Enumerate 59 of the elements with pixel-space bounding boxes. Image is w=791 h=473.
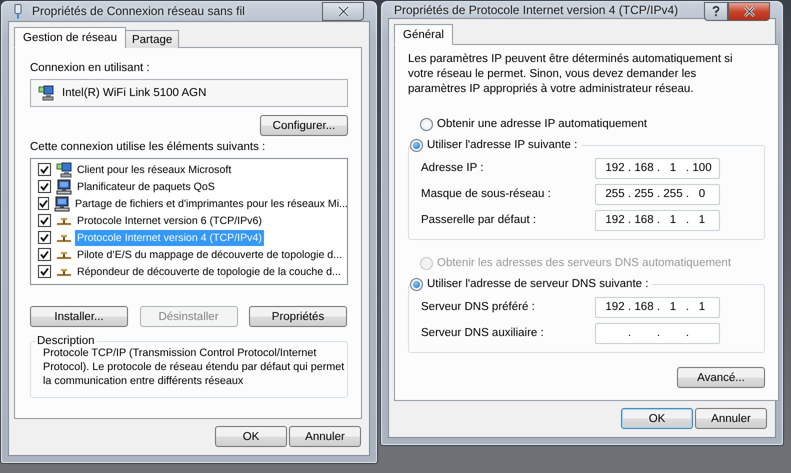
list-item[interactable]: Pilote d’E/S du mappage de découverte de topologie d... xyxy=(75,246,344,262)
close-icon xyxy=(336,6,350,17)
install-button[interactable]: Installer... xyxy=(30,306,128,327)
computer-icon xyxy=(54,196,70,212)
list-item[interactable]: Répondeur de découverte de topologie de la couche d... xyxy=(75,264,343,280)
list-item[interactable]: Planificateur de paquets QoS xyxy=(75,178,217,194)
field-label: Passerelle par défaut : xyxy=(421,214,536,226)
radio-button[interactable] xyxy=(420,118,433,130)
radio-button[interactable] xyxy=(410,278,423,290)
tab[interactable]: Gestion de réseau xyxy=(14,27,126,48)
radio-label[interactable]: Utiliser l'adresse de serveur DNS suivante : xyxy=(427,278,648,290)
radio-button[interactable] xyxy=(410,138,423,152)
cancel-button[interactable]: Annuler xyxy=(289,426,361,447)
checkbox[interactable] xyxy=(38,197,49,210)
close-icon xyxy=(742,6,756,17)
radio-label[interactable]: Utiliser l'adresse IP suivante : xyxy=(427,139,578,151)
tab[interactable]: Partage xyxy=(124,30,180,48)
field-label: Masque de sous-réseau : xyxy=(421,188,551,200)
window-title: Propriétés de Protocole Internet version 4 (TCP/IPv4) xyxy=(394,2,678,16)
ok-button[interactable]: OK xyxy=(621,408,693,429)
field-label: Serveur DNS auxiliaire : xyxy=(421,327,544,339)
network-adapter-icon xyxy=(38,85,54,101)
list-item[interactable]: Partage de fichiers et d'imprimantes pour les réseaux Mi... xyxy=(73,196,347,212)
field-label: Connexion en utilisant : xyxy=(30,61,151,76)
checkbox[interactable] xyxy=(38,231,51,244)
close-button[interactable] xyxy=(728,2,770,21)
ip-address-field[interactable]: 192 . 168 . 1 . 1 xyxy=(595,210,720,230)
configure-button[interactable]: Configurer... xyxy=(260,115,348,136)
ip-address-field[interactable]: 255 . 255 . 255 . 0 xyxy=(595,184,720,204)
checkbox[interactable] xyxy=(38,248,51,261)
list-label: Cette connexion utilise les éléments suivants : xyxy=(30,140,266,155)
wireless-adapter-icon xyxy=(14,4,22,18)
close-button[interactable] xyxy=(322,2,364,21)
group-legend: Description xyxy=(35,336,97,347)
list-item[interactable]: Protocole Internet version 6 (TCP/IPv6) xyxy=(75,212,264,228)
description-text: Protocole TCP/IP (Transmission Control Protocol/Internet Protocol). Le protocole de réseau étendu par défaut qui permet la communication entre différents réseaux xyxy=(43,346,345,388)
checkbox[interactable] xyxy=(38,180,51,193)
intro-text: Les paramètres IP peuvent être déterminés automatiquement si votre réseau le permet. Sinon, vous devez demander les paramètres IP appropriés à votre administrateur réseau. xyxy=(408,52,734,97)
properties-button[interactable]: Propriétés xyxy=(249,306,347,327)
cancel-button[interactable]: Annuler xyxy=(695,408,767,429)
checkbox[interactable] xyxy=(38,265,51,278)
tab[interactable]: Général xyxy=(394,24,453,45)
help-button[interactable] xyxy=(704,2,728,21)
field-label: Serveur DNS préféré : xyxy=(421,301,535,313)
ip-address-field[interactable]: . . . xyxy=(595,322,720,344)
help-icon xyxy=(712,6,720,17)
ip-address-field[interactable]: 192 . 168 . 1 . 100 xyxy=(595,158,720,178)
ip-address-field[interactable]: 192 . 168 . 1 . 1 xyxy=(595,296,720,318)
checkbox[interactable] xyxy=(38,163,51,176)
checkbox[interactable] xyxy=(38,214,51,227)
network-client-icon xyxy=(56,162,72,178)
computer-icon xyxy=(56,178,72,194)
advanced-button[interactable]: Avancé... xyxy=(677,367,765,388)
field-label: Adresse IP : xyxy=(421,162,484,174)
window-title: Propriétés de Connexion réseau sans fil xyxy=(32,4,245,18)
adapter-name: Intel(R) WiFi Link 5100 AGN xyxy=(62,87,206,99)
ok-button[interactable]: OK xyxy=(215,426,287,447)
list-item[interactable]: Client pour les réseaux Microsoft xyxy=(75,162,234,178)
radio-label[interactable]: Obtenir une adresse IP automatiquement xyxy=(437,118,648,130)
